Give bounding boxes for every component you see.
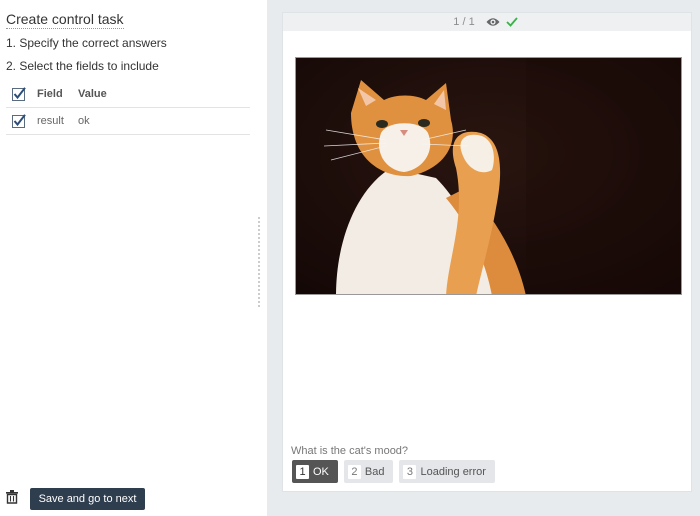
column-header-field: Field xyxy=(37,87,63,100)
task-card-header: 1 / 1 xyxy=(283,13,691,31)
row-checkbox[interactable] xyxy=(12,114,26,128)
hotkey-badge: 1 xyxy=(296,464,309,479)
task-counter: 1 / 1 xyxy=(453,16,475,28)
checkbox-checked-icon xyxy=(12,114,26,128)
answer-label: OK xyxy=(313,465,329,478)
row-field-value: ok xyxy=(78,115,90,127)
fields-table: Field Value result ok xyxy=(6,80,250,135)
answer-option-loading-error[interactable]: 3 Loading error xyxy=(399,460,495,483)
page-title[interactable]: Create control task xyxy=(6,11,124,29)
task-preview-panel: 1 / 1 What is the cat's mood? 1 OK 2 Bad… xyxy=(267,0,700,516)
task-card: 1 / 1 What is the cat's mood? 1 OK 2 Bad… xyxy=(282,12,692,492)
answer-options: 1 OK 2 Bad 3 Loading error xyxy=(292,460,501,483)
trash-icon[interactable] xyxy=(6,490,18,504)
task-image xyxy=(295,57,682,295)
answer-option-bad[interactable]: 2 Bad xyxy=(343,460,394,483)
checkbox-checked-icon xyxy=(12,86,26,101)
step-select-fields: 2. Select the fields to include xyxy=(6,59,159,73)
row-field-name: result xyxy=(37,115,64,127)
select-all-checkbox[interactable] xyxy=(12,86,26,101)
answer-label: Loading error xyxy=(420,465,486,478)
fields-table-header: Field Value xyxy=(6,80,250,108)
save-and-next-button[interactable]: Save and go to next xyxy=(30,488,145,510)
check-icon xyxy=(506,17,518,27)
step-specify-answers: 1. Specify the correct answers xyxy=(6,36,167,50)
task-editor-panel: Create control task 1. Specify the corre… xyxy=(0,0,267,516)
eye-icon[interactable] xyxy=(486,17,500,27)
question-text: What is the cat's mood? xyxy=(291,445,409,457)
hotkey-badge: 3 xyxy=(403,464,417,479)
answer-option-ok[interactable]: 1 OK xyxy=(292,460,338,483)
table-row: result ok xyxy=(6,108,250,135)
hotkey-badge: 2 xyxy=(347,464,361,479)
column-header-value: Value xyxy=(78,87,107,100)
answer-label: Bad xyxy=(364,465,385,478)
panel-resize-handle[interactable] xyxy=(257,216,261,308)
